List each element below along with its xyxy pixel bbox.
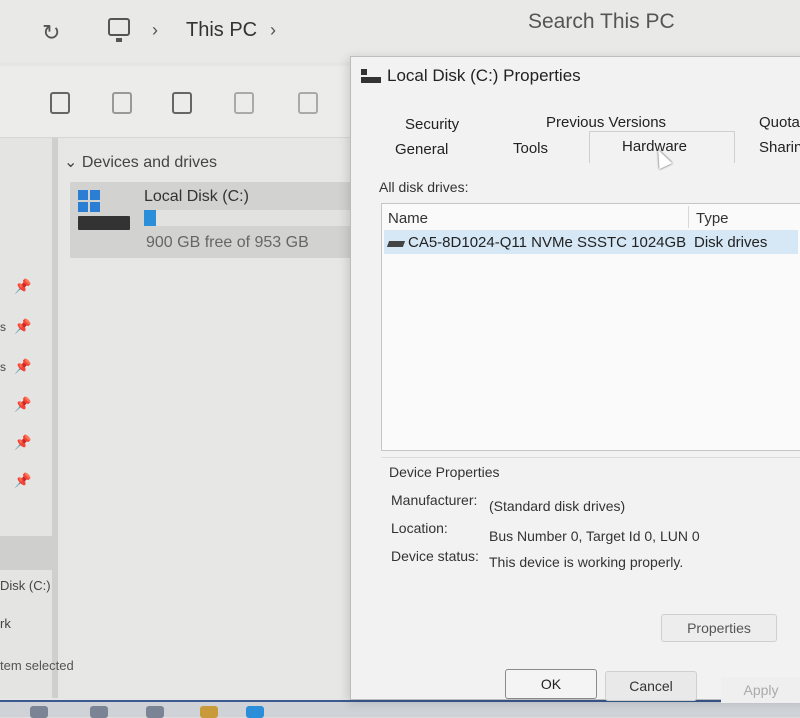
pin-icon[interactable]: 📌 [14,472,31,489]
column-header-type[interactable]: Type [696,210,729,227]
drive-type: Disk drives [694,234,768,251]
column-header-name[interactable]: Name [388,210,428,227]
taskbar-app-icon[interactable] [90,706,108,718]
navigation-pane: 📌 s 📌 s 📌 📌 📌 📌 [0,138,58,698]
pin-icon[interactable]: 📌 [14,434,31,451]
device-status-value: This device is working properly. [489,554,684,570]
disk-free-space: 900 GB free of 953 GB [146,234,309,251]
disk-drives-list[interactable]: Name Type CA5-8D1024-Q11 NVMe SSSTC 1024… [381,203,800,451]
dialog-title: Local Disk (C:) Properties [387,66,581,85]
folder-icon[interactable] [200,706,218,718]
device-properties-button[interactable]: Properties [661,614,777,642]
chevron-down-icon: ⌄ [64,154,82,171]
tab-previous-versions[interactable]: Previous Versions [546,114,666,131]
location-value: Bus Number 0, Target Id 0, LUN 0 [489,528,700,544]
apply-button[interactable]: Apply [721,677,800,703]
refresh-icon[interactable]: ↻ [42,20,60,46]
pin-icon[interactable]: 📌 [14,358,31,375]
chevron-right-icon: › [152,20,158,40]
list-item[interactable]: CA5-8D1024-Q11 NVMe SSSTC 1024GB Disk dr… [384,230,798,254]
device-status-label: Device status: [391,548,479,564]
taskbar-app-icon[interactable] [30,706,48,718]
nav-item-selected[interactable] [0,536,52,570]
disk-properties-dialog: Local Disk (C:) Properties Security Prev… [350,56,800,703]
disk-usage-bar [144,210,350,226]
local-disk-tile[interactable]: Local Disk (C:) 900 GB free of 953 GB [70,182,354,258]
column-divider[interactable] [688,206,689,228]
tab-general[interactable]: General [395,141,448,158]
ok-button[interactable]: OK [505,669,597,699]
address-bar: ↻ › This PC › Search This PC [0,0,800,62]
disk-name: Local Disk (C:) [144,188,249,205]
pin-icon[interactable]: 📌 [14,278,31,295]
device-properties-group: Device Properties Manufacturer: (Standar… [381,457,800,642]
devices-and-drives-header[interactable]: ⌄ Devices and drives [64,152,217,172]
location-label: Location: [391,520,448,536]
paste-icon[interactable] [112,92,132,114]
drive-icon [78,216,130,230]
windows-logo-icon [78,190,100,212]
dialog-title-bar[interactable]: Local Disk (C:) Properties [351,57,800,101]
tab-quota[interactable]: Quota [759,114,800,131]
device-properties-legend: Device Properties [389,464,500,480]
search-input[interactable]: Search This PC [528,10,675,34]
drive-name: CA5-8D1024-Q11 NVMe SSSTC 1024GB [408,234,687,251]
nav-item-network[interactable]: rk [0,616,11,631]
share-icon[interactable] [234,92,254,114]
disk-drive-icon [386,241,406,247]
taskbar [0,700,800,718]
nav-item-disk[interactable]: Disk (C:) [0,578,51,593]
disk-usage-fill [144,210,156,226]
copy-icon[interactable] [50,92,70,114]
tab-security[interactable]: Security [405,116,459,133]
taskbar-app-icon[interactable] [246,706,264,718]
nav-item-fragment[interactable]: s [0,320,6,334]
chevron-right-icon[interactable]: › [270,20,276,41]
delete-icon[interactable] [298,92,318,114]
breadcrumb-this-pc[interactable]: This PC [186,19,257,42]
disk-icon [361,69,381,85]
content-pane: ⌄ Devices and drives Local Disk (C:) 900… [64,138,360,698]
manufacturer-value: (Standard disk drives) [489,498,626,514]
pin-icon[interactable]: 📌 [14,318,31,335]
pin-icon[interactable]: 📌 [14,396,31,413]
rename-icon[interactable] [172,92,192,114]
this-pc-icon [108,18,130,42]
manufacturer-label: Manufacturer: [391,492,478,508]
tab-tools[interactable]: Tools [513,140,548,157]
tab-sharing[interactable]: Sharing [759,139,800,156]
command-toolbar [0,66,360,138]
cancel-button[interactable]: Cancel [605,671,697,701]
status-bar-text: tem selected [0,658,74,673]
taskbar-app-icon[interactable] [146,706,164,718]
nav-item-fragment[interactable]: s [0,360,6,374]
all-disk-drives-label: All disk drives: [379,179,469,195]
